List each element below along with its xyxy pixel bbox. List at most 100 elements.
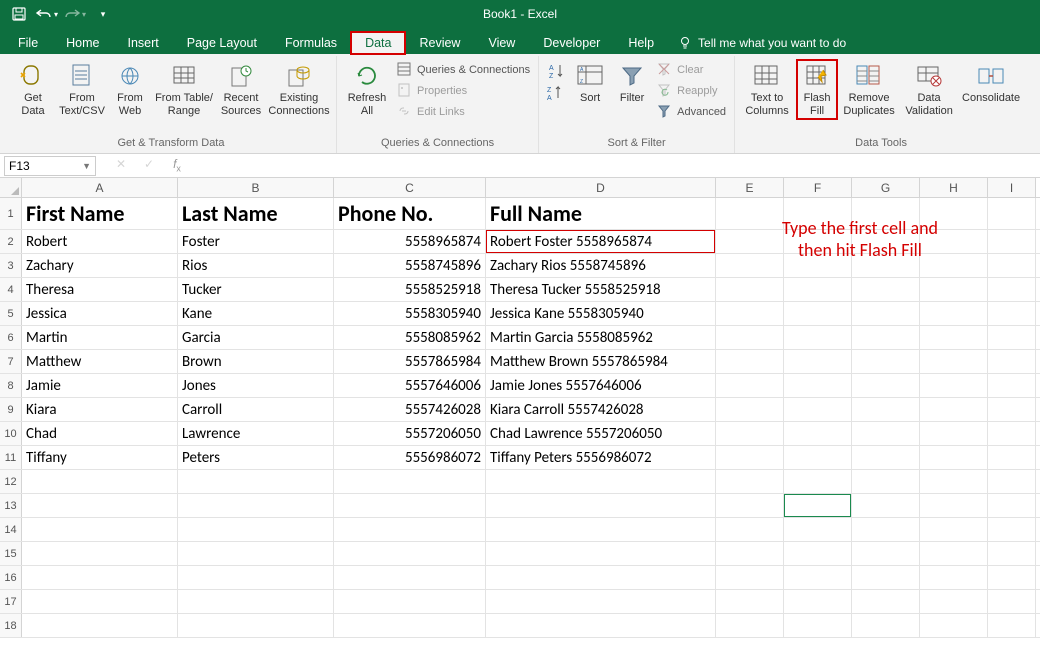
- tab-insert[interactable]: Insert: [114, 32, 173, 54]
- cell[interactable]: [920, 494, 988, 517]
- col-header-D[interactable]: D: [486, 178, 716, 197]
- cell[interactable]: [178, 518, 334, 541]
- cell[interactable]: [178, 494, 334, 517]
- cell[interactable]: [920, 350, 988, 373]
- properties-button[interactable]: Properties: [395, 81, 532, 101]
- tab-home[interactable]: Home: [52, 32, 113, 54]
- cell[interactable]: Kiara: [22, 398, 178, 421]
- col-header-A[interactable]: A: [22, 178, 178, 197]
- cell[interactable]: [784, 326, 852, 349]
- cell[interactable]: Jessica Kane 5558305940: [486, 302, 716, 325]
- cell[interactable]: [988, 350, 1036, 373]
- cell[interactable]: [334, 470, 486, 493]
- cell[interactable]: [486, 494, 716, 517]
- cell[interactable]: [784, 542, 852, 565]
- tab-view[interactable]: View: [474, 32, 529, 54]
- cell[interactable]: [178, 590, 334, 613]
- row-header-15[interactable]: 15: [0, 542, 22, 565]
- name-box-dropdown-icon[interactable]: ▼: [82, 161, 91, 171]
- cell[interactable]: [486, 518, 716, 541]
- col-header-F[interactable]: F: [784, 178, 852, 197]
- refresh-all-button[interactable]: RefreshAll: [343, 60, 391, 119]
- cell[interactable]: [852, 446, 920, 469]
- data-validation-button[interactable]: DataValidation: [901, 60, 957, 119]
- advanced-button[interactable]: Advanced: [655, 102, 728, 122]
- recent-sources-button[interactable]: RecentSources: [218, 60, 264, 119]
- col-header-H[interactable]: H: [920, 178, 988, 197]
- cell[interactable]: [784, 470, 852, 493]
- reapply-button[interactable]: Reapply: [655, 81, 728, 101]
- cell[interactable]: [988, 518, 1036, 541]
- cell[interactable]: [716, 278, 784, 301]
- row-header-4[interactable]: 4: [0, 278, 22, 301]
- cell[interactable]: [716, 398, 784, 421]
- cell[interactable]: [716, 422, 784, 445]
- cell[interactable]: [988, 278, 1036, 301]
- cell[interactable]: [22, 470, 178, 493]
- cell[interactable]: [852, 470, 920, 493]
- queries-connections-button[interactable]: Queries & Connections: [395, 60, 532, 80]
- cell[interactable]: Jessica: [22, 302, 178, 325]
- cell[interactable]: 5558305940: [334, 302, 486, 325]
- cell[interactable]: [988, 374, 1036, 397]
- sort-az-button[interactable]: AZ: [545, 60, 567, 82]
- row-header-12[interactable]: 12: [0, 470, 22, 493]
- cell[interactable]: [784, 398, 852, 421]
- cell[interactable]: [988, 614, 1036, 637]
- cell[interactable]: [784, 518, 852, 541]
- cell[interactable]: [334, 518, 486, 541]
- cell[interactable]: [716, 566, 784, 589]
- cell[interactable]: [988, 326, 1036, 349]
- save-button[interactable]: [6, 3, 32, 25]
- cell[interactable]: 5557646006: [334, 374, 486, 397]
- cell[interactable]: Peters: [178, 446, 334, 469]
- tab-review[interactable]: Review: [405, 32, 474, 54]
- cell[interactable]: [852, 422, 920, 445]
- cell[interactable]: Martin Garcia 5558085962: [486, 326, 716, 349]
- cell[interactable]: [716, 446, 784, 469]
- insert-function-button[interactable]: fx: [168, 157, 186, 173]
- cell[interactable]: [22, 566, 178, 589]
- cell[interactable]: [920, 422, 988, 445]
- cell[interactable]: [716, 470, 784, 493]
- row-header-17[interactable]: 17: [0, 590, 22, 613]
- cell[interactable]: 5557865984: [334, 350, 486, 373]
- cell[interactable]: [988, 566, 1036, 589]
- cell[interactable]: [988, 302, 1036, 325]
- tab-developer[interactable]: Developer: [529, 32, 614, 54]
- qat-customize[interactable]: ▾: [90, 3, 116, 25]
- row-header-7[interactable]: 7: [0, 350, 22, 373]
- sort-za-button[interactable]: ZA: [545, 84, 567, 106]
- cell[interactable]: [920, 446, 988, 469]
- cell[interactable]: 5558965874: [334, 230, 486, 253]
- row-header-13[interactable]: 13: [0, 494, 22, 517]
- cell[interactable]: [988, 590, 1036, 613]
- cell[interactable]: 5557206050: [334, 422, 486, 445]
- row-header-6[interactable]: 6: [0, 326, 22, 349]
- cancel-formula-button[interactable]: ✕: [112, 157, 130, 173]
- cell[interactable]: [988, 422, 1036, 445]
- cell[interactable]: Robert: [22, 230, 178, 253]
- cell[interactable]: [784, 566, 852, 589]
- cell[interactable]: [920, 590, 988, 613]
- cell[interactable]: Tiffany Peters 5556986072: [486, 446, 716, 469]
- cell[interactable]: [716, 326, 784, 349]
- cell[interactable]: Tiffany: [22, 446, 178, 469]
- cell[interactable]: [716, 614, 784, 637]
- cell[interactable]: [178, 542, 334, 565]
- cell[interactable]: Jamie Jones 5557646006: [486, 374, 716, 397]
- cell[interactable]: [852, 590, 920, 613]
- cell[interactable]: Tucker: [178, 278, 334, 301]
- cell[interactable]: [988, 494, 1036, 517]
- cell[interactable]: [178, 470, 334, 493]
- tab-formulas[interactable]: Formulas: [271, 32, 351, 54]
- cell[interactable]: [852, 566, 920, 589]
- cell[interactable]: Chad Lawrence 5557206050: [486, 422, 716, 445]
- enter-formula-button[interactable]: ✓: [140, 157, 158, 173]
- cell[interactable]: Foster: [178, 230, 334, 253]
- undo-button[interactable]: ▾: [34, 3, 60, 25]
- cell[interactable]: [22, 518, 178, 541]
- cell[interactable]: [920, 374, 988, 397]
- from-table-range-button[interactable]: From Table/Range: [154, 60, 214, 119]
- cell[interactable]: [920, 398, 988, 421]
